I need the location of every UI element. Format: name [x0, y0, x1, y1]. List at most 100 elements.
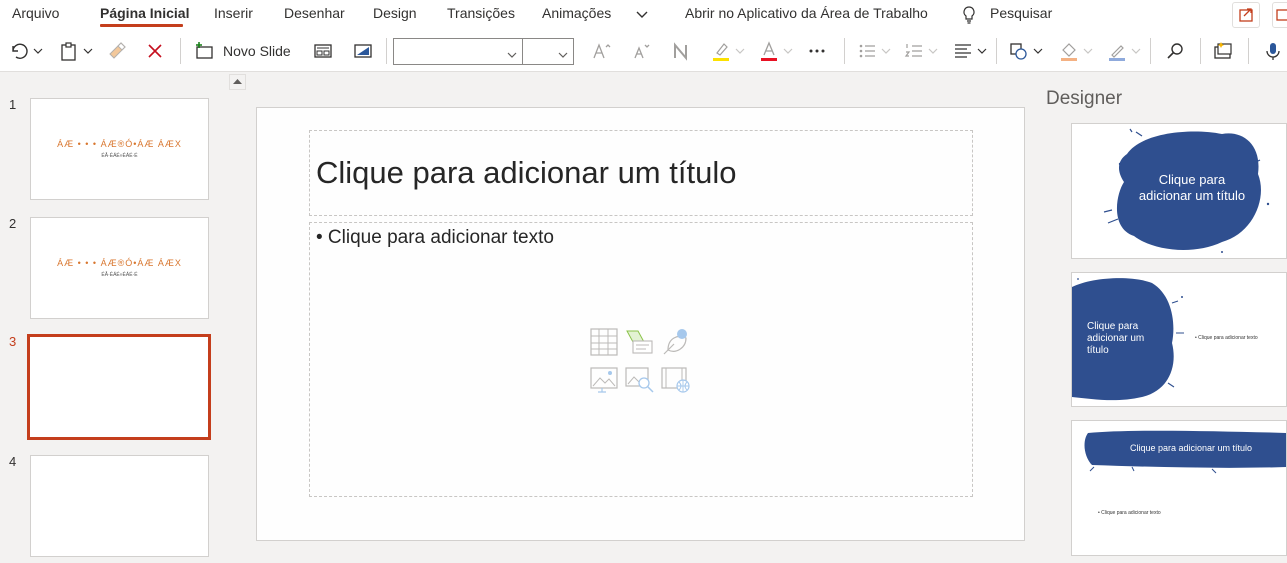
chevron-down-icon [783, 46, 793, 56]
share-button[interactable] [1232, 2, 1260, 28]
design-idea-title: Clique para adicionar um título [1130, 443, 1253, 453]
layout-icon [312, 40, 334, 62]
tab-design[interactable]: Design [373, 5, 417, 21]
active-tab-indicator [100, 24, 183, 27]
separator [386, 38, 387, 64]
thumbnail-title: ÁÆ • • • ÁÆ®Ó•ÁÆ ÁÆX [57, 258, 182, 268]
delete-icon [144, 40, 166, 62]
font-name-dropdown[interactable] [393, 38, 523, 65]
slide-thumbnail-1[interactable]: ÁÆ • • • ÁÆ®Ó•ÁÆ ÁÆX ÉÂ·ÉÁÉ»ÉÁÉ·É [30, 98, 209, 200]
tab-pagina-inicial[interactable]: Página Inicial [100, 5, 189, 21]
title-placeholder[interactable]: Clique para adicionar um título [309, 130, 973, 216]
new-slide-label: Novo Slide [223, 43, 291, 59]
chevron-down-icon [977, 46, 987, 56]
numbering-button[interactable] [903, 38, 938, 64]
ribbon-tabs: Arquivo Página Inicial Inserir Desenhar … [0, 0, 1287, 30]
separator [996, 38, 997, 64]
design-idea-bullet: • Clique para adicionar texto [1195, 335, 1258, 341]
find-icon [1164, 40, 1186, 62]
chevron-down-icon [881, 46, 891, 56]
chevron-down-icon [507, 47, 517, 65]
new-slide-button[interactable]: Novo Slide [193, 38, 291, 64]
slide-thumbnail-3[interactable] [27, 334, 211, 440]
shapes-icon [1008, 40, 1030, 62]
design-ideas-icon [1212, 40, 1234, 62]
numbering-icon [903, 40, 925, 62]
more-options-button[interactable] [806, 38, 828, 64]
thumbnail-subtitle: ÉÂ·ÉÁÉ»ÉÁÉ·É [101, 272, 138, 278]
dictate-icon [1262, 40, 1284, 62]
design-idea-title: Clique para adicionar um título [1087, 321, 1145, 356]
background-button[interactable] [352, 38, 374, 64]
grow-font-button[interactable] [590, 38, 612, 64]
more-icon [806, 40, 828, 62]
content-placeholder[interactable]: • Clique para adicionar texto [309, 222, 973, 497]
separator [1150, 38, 1151, 64]
design-idea-1[interactable]: Clique para adicionar um título [1071, 123, 1287, 259]
table-icon[interactable] [589, 328, 619, 356]
delete-button[interactable] [144, 38, 166, 64]
content-placeholder-text: • Clique para adicionar texto [316, 227, 554, 248]
background-icon [352, 40, 374, 62]
tab-animacoes[interactable]: Animações [542, 5, 611, 21]
thumbnail-subtitle: ÉÂ·ÉÁÉ»ÉÁÉ·É [101, 153, 138, 159]
chevron-down-icon [928, 46, 938, 56]
chevron-down-icon [1033, 46, 1043, 56]
format-painter-button[interactable] [106, 38, 128, 64]
chevron-down-icon [558, 47, 568, 65]
separator [1200, 38, 1201, 64]
picture-icon[interactable] [589, 366, 619, 394]
highlight-button[interactable] [710, 38, 745, 64]
font-color-button[interactable] [758, 38, 793, 64]
chevron-down-icon [33, 46, 43, 56]
align-button[interactable] [952, 38, 987, 64]
new-slide-icon [193, 40, 215, 62]
more-tabs-chevron-icon[interactable] [631, 4, 653, 26]
design-idea-2[interactable]: Clique para adicionar um título • Clique… [1071, 272, 1287, 407]
shapes-button[interactable] [1008, 38, 1043, 64]
tab-desenhar[interactable]: Desenhar [284, 5, 345, 21]
open-desktop-app-button[interactable]: Abrir no Aplicativo da Área de Trabalho [685, 5, 928, 21]
layout-button[interactable] [312, 38, 334, 64]
find-button[interactable] [1164, 38, 1186, 64]
thumbnail-number: 3 [9, 334, 17, 349]
shape-fill-button[interactable] [1058, 38, 1093, 64]
tab-inserir[interactable]: Inserir [214, 5, 253, 21]
bullets-button[interactable] [856, 38, 891, 64]
design-idea-3[interactable]: Clique para adicionar um título • Clique… [1071, 420, 1287, 556]
thumbnail-scroll-up-button[interactable] [229, 74, 246, 90]
paste-icon [58, 40, 80, 62]
command-bar: Novo Slide [0, 30, 1287, 72]
thumbnail-number: 4 [9, 454, 17, 469]
shrink-font-icon [630, 40, 652, 62]
separator [1248, 38, 1249, 64]
thumbnail-title: ÁÆ • • • ÁÆ®Ó•ÁÆ ÁÆX [57, 139, 182, 149]
search-tell-me[interactable]: Pesquisar [990, 5, 1052, 21]
tab-transicoes[interactable]: Transições [447, 5, 515, 21]
font-color-icon [758, 40, 780, 62]
design-ideas-button[interactable] [1212, 38, 1234, 64]
icons-icon[interactable] [660, 328, 690, 356]
shape-outline-icon [1106, 40, 1128, 62]
shape-outline-button[interactable] [1106, 38, 1141, 64]
bullets-icon [856, 40, 878, 62]
clear-format-button[interactable] [670, 38, 692, 64]
online-picture-icon[interactable] [624, 366, 654, 394]
dictate-button[interactable] [1262, 38, 1284, 64]
slide-thumbnail-4[interactable] [30, 455, 209, 557]
tab-arquivo[interactable]: Arquivo [12, 5, 59, 21]
format-painter-icon [106, 40, 128, 62]
undo-button[interactable] [8, 38, 43, 64]
separator [844, 38, 845, 64]
designer-title: Designer [1046, 88, 1123, 109]
smartart-icon[interactable] [624, 328, 654, 356]
shrink-font-button[interactable] [630, 38, 652, 64]
font-size-dropdown[interactable] [522, 38, 574, 65]
paste-button[interactable] [58, 38, 93, 64]
video-icon[interactable] [660, 366, 690, 394]
thumbnail-number: 1 [9, 97, 17, 112]
comments-button[interactable] [1272, 2, 1287, 28]
clear-format-icon [670, 40, 692, 62]
slide-thumbnail-2[interactable]: ÁÆ • • • ÁÆ®Ó•ÁÆ ÁÆX ÉÂ·ÉÁÉ»ÉÁÉ·É [30, 217, 209, 319]
lightbulb-icon [958, 4, 980, 26]
